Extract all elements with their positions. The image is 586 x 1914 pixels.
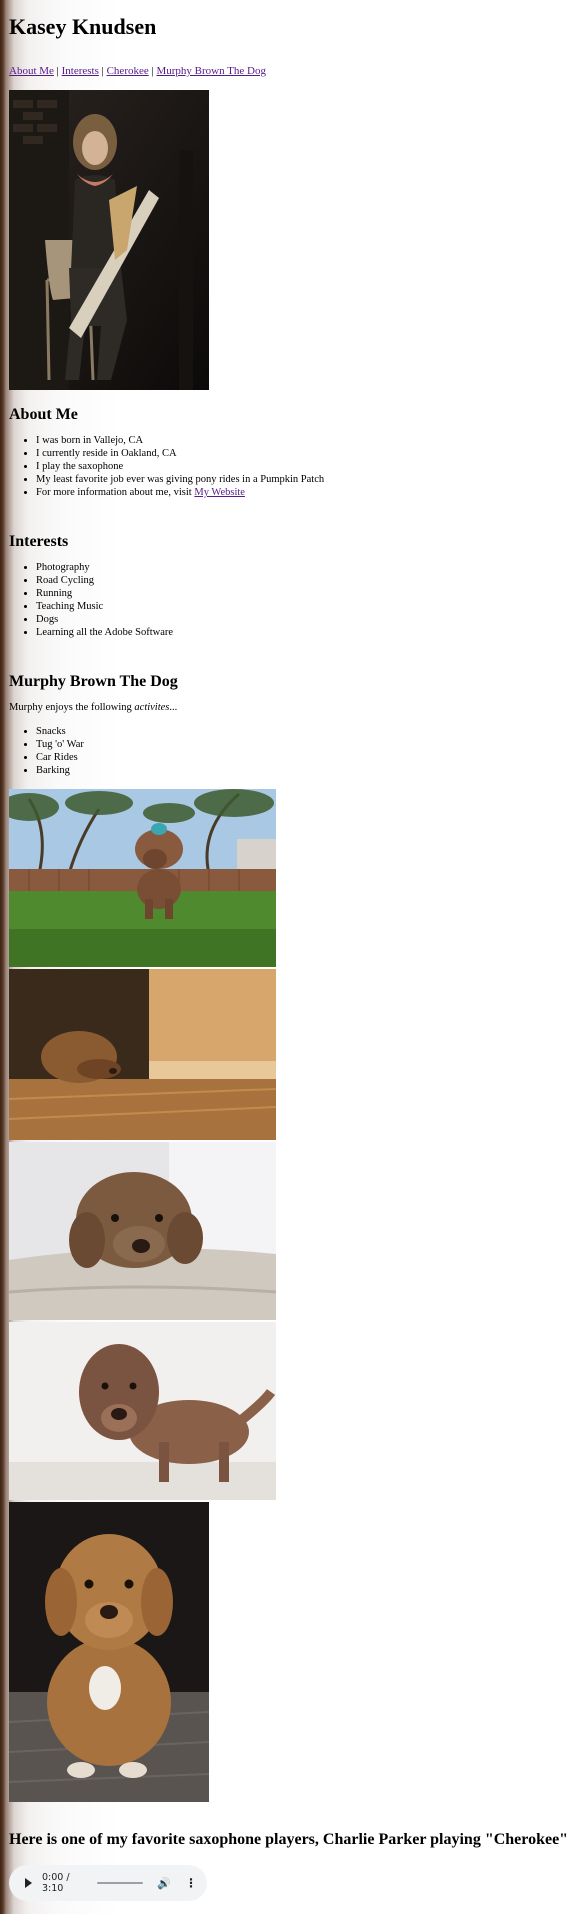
- dog-photo-floor: [9, 969, 276, 1140]
- more-info-text: For more information about me, visit: [36, 487, 195, 498]
- dog-photo-standing: [9, 1322, 276, 1500]
- list-item: Barking: [36, 764, 576, 777]
- list-item: Car Rides: [36, 751, 576, 764]
- list-item: I currently reside in Oakland, CA: [36, 447, 576, 460]
- list-item: I play the saxophone: [36, 460, 576, 473]
- list-item: Road Cycling: [36, 574, 576, 587]
- audio-time: 0:00 / 3:10: [42, 1872, 70, 1894]
- dog-heading: Murphy Brown The Dog: [9, 673, 178, 690]
- page-title: Kasey Knudsen: [9, 14, 157, 39]
- list-item: For more information about me, visit My …: [36, 486, 576, 499]
- website-link[interactable]: My Website: [194, 487, 245, 498]
- profile-photo: [9, 90, 209, 390]
- list-item: Snacks: [36, 725, 576, 738]
- page-content: Kasey Knudsen About Me | Interests | Che…: [0, 0, 586, 1901]
- dog-photo-portrait: [9, 1502, 209, 1802]
- nav-link-interests[interactable]: Interests: [62, 65, 99, 77]
- list-item: My least favorite job ever was giving po…: [36, 473, 576, 486]
- audio-player[interactable]: 0:00 / 3:10 🔊 ⋮: [9, 1865, 207, 1901]
- about-heading: About Me: [9, 406, 78, 423]
- dog-photo-couch: [9, 1142, 276, 1320]
- list-item: Tug 'o' War: [36, 738, 576, 751]
- nav-link-cherokee[interactable]: Cherokee: [107, 65, 149, 77]
- dog-intro: Murphy enjoys the following activites...: [9, 701, 576, 714]
- dog-photo-yard: [9, 789, 276, 967]
- more-options-icon[interactable]: ⋮: [185, 1876, 197, 1890]
- list-item: I was born in Vallejo, CA: [36, 434, 576, 447]
- about-list: I was born in Vallejo, CA I currently re…: [9, 434, 576, 499]
- nav-link-dog[interactable]: Murphy Brown The Dog: [156, 65, 265, 77]
- nav-separator: |: [53, 65, 62, 77]
- list-item: Photography: [36, 561, 576, 574]
- list-item: Dogs: [36, 613, 576, 626]
- list-item: Teaching Music: [36, 600, 576, 613]
- volume-icon[interactable]: 🔊: [157, 1877, 171, 1890]
- nav-link-about[interactable]: About Me: [9, 65, 54, 77]
- list-item: Running: [36, 587, 576, 600]
- interests-heading: Interests: [9, 533, 69, 550]
- activities-list: Snacks Tug 'o' War Car Rides Barking: [9, 725, 576, 777]
- interests-list: Photography Road Cycling Running Teachin…: [9, 561, 576, 639]
- cherokee-heading: Here is one of my favorite saxophone pla…: [9, 1831, 569, 1848]
- dog-intro-ellipsis: ...: [169, 702, 178, 713]
- dog-intro-text: Murphy enjoys the following: [9, 702, 135, 713]
- dog-intro-emphasis: activites: [134, 702, 170, 713]
- nav-bar: About Me | Interests | Cherokee | Murphy…: [9, 64, 576, 78]
- play-icon[interactable]: [25, 1878, 32, 1888]
- nav-separator: |: [98, 65, 107, 77]
- audio-seek-bar[interactable]: [96, 1882, 144, 1884]
- list-item: Learning all the Adobe Software: [36, 626, 576, 639]
